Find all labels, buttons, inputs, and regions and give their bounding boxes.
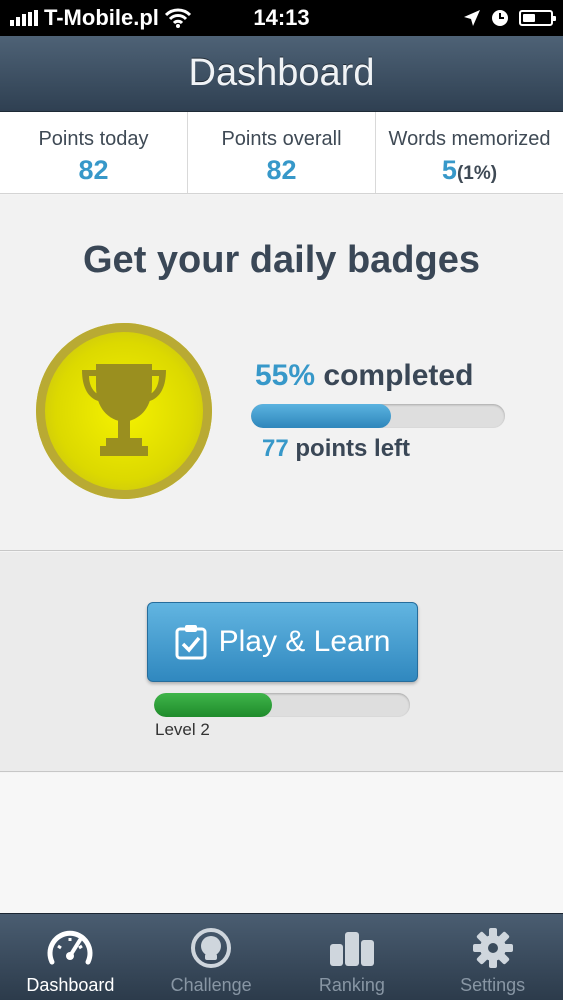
- daily-progress-bar: [251, 404, 505, 428]
- page-title: Dashboard: [188, 52, 375, 94]
- stat-value-group: 5(1%): [376, 155, 563, 186]
- stat-percent: (1%): [456, 163, 498, 184]
- points-left-value: 77: [262, 435, 289, 462]
- tab-dashboard[interactable]: Dashboard: [0, 914, 141, 1000]
- level-label: Level 2: [155, 720, 210, 739]
- stat-value: 82: [78, 155, 109, 185]
- play-learn-button[interactable]: Play & Learn: [147, 602, 418, 682]
- level-progress-fill: [154, 693, 272, 717]
- stat-label: Points overall: [221, 128, 342, 150]
- status-bar: T-Mobile.pl 14:13: [0, 0, 563, 36]
- points-left-label: points left: [295, 435, 411, 462]
- tab-label: Challenge: [170, 975, 252, 995]
- level-progress-bar: [154, 693, 410, 717]
- wifi-icon: [164, 8, 191, 28]
- tab-bar: Dashboard Challenge Ranking Settings: [0, 913, 563, 1000]
- section-title: Get your daily badges: [83, 239, 480, 281]
- gear-icon: [472, 928, 513, 968]
- ranking-icon: [329, 932, 374, 966]
- challenge-icon: [191, 928, 232, 968]
- points-left: 77 points left: [262, 435, 410, 463]
- status-left: T-Mobile.pl: [10, 5, 191, 31]
- play-section: Play & Learn Level 2: [0, 552, 563, 772]
- tab-challenge[interactable]: Challenge: [141, 914, 282, 1000]
- alarm-clock-icon: [492, 10, 508, 26]
- play-learn-label: Play & Learn: [218, 625, 391, 658]
- tab-label: Settings: [460, 975, 526, 995]
- stat-value: 5: [441, 155, 457, 185]
- speedometer-icon: [47, 930, 93, 965]
- content-spacer: [0, 773, 563, 913]
- carrier-name: T-Mobile.pl: [44, 5, 159, 30]
- clipboard-check-icon: [175, 625, 207, 660]
- daily-progress-fill: [251, 404, 391, 428]
- tab-label: Ranking: [318, 975, 385, 995]
- location-arrow-icon: [464, 10, 480, 26]
- completed-percent: 55%: [255, 359, 316, 392]
- stat-words-memorized: Words memorized 5(1%): [376, 112, 563, 193]
- stat-label: Words memorized: [388, 128, 551, 150]
- tab-ranking[interactable]: Ranking: [282, 914, 423, 1000]
- stats-bar: Points today 82 Points overall 82 Words …: [0, 112, 563, 194]
- completed-label: completed: [323, 359, 474, 392]
- stat-label: Points today: [38, 128, 149, 150]
- tab-label: Dashboard: [26, 975, 115, 995]
- trophy-badge: [36, 323, 212, 499]
- stat-value: 82: [266, 155, 297, 185]
- stat-points-overall: Points overall 82: [188, 112, 376, 193]
- status-right: [463, 9, 556, 27]
- tab-settings[interactable]: Settings: [422, 914, 563, 1000]
- stat-points-today: Points today 82: [0, 112, 188, 193]
- battery-icon: [519, 10, 556, 26]
- nav-header: Dashboard: [0, 36, 563, 112]
- progress-label: 55% completed: [255, 359, 473, 393]
- daily-badges-section: Get your daily badges 55% completed 77 p…: [0, 195, 563, 551]
- trophy-icon: [82, 364, 166, 456]
- signal-strength-icon: [10, 10, 38, 26]
